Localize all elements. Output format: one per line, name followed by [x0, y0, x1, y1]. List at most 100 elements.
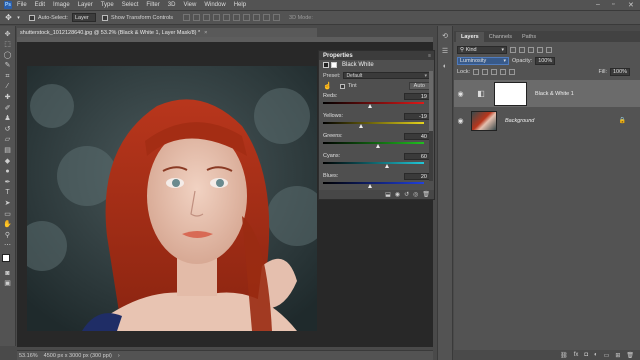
- minimize-button[interactable]: –: [596, 1, 600, 8]
- dodge-tool-icon[interactable]: ●: [3, 168, 13, 176]
- clone-stamp-icon[interactable]: ♟: [3, 115, 13, 123]
- new-adjustment-icon[interactable]: ◐: [594, 352, 598, 358]
- document-tab[interactable]: shutterstock_1012128640.jpg @ 53.2% (Bla…: [17, 26, 317, 37]
- filter-type-icon[interactable]: [528, 46, 534, 53]
- history-brush-icon[interactable]: ↺: [3, 125, 13, 133]
- adjustments-icon[interactable]: ◐: [440, 61, 450, 71]
- eye-icon[interactable]: ◉: [456, 90, 465, 98]
- new-group-icon[interactable]: ▭: [604, 352, 610, 359]
- align-top-icon[interactable]: [183, 14, 191, 21]
- layer-name[interactable]: Black & White 1: [535, 91, 574, 97]
- add-mask-icon[interactable]: ◘: [584, 352, 588, 358]
- hand-tool-icon[interactable]: ✋: [3, 221, 13, 229]
- yellows-slider[interactable]: Yellows: -19: [323, 112, 430, 130]
- align-center-icon[interactable]: [223, 14, 231, 21]
- menu-filter[interactable]: Filter: [146, 2, 159, 8]
- slider-track[interactable]: [323, 122, 424, 124]
- quick-mask-icon[interactable]: ◙: [3, 269, 13, 277]
- blur-tool-icon[interactable]: ◆: [3, 157, 13, 165]
- pen-tool-icon[interactable]: ✒: [3, 178, 13, 186]
- lock-position-icon[interactable]: [491, 68, 498, 75]
- slider-value[interactable]: -19: [404, 112, 430, 120]
- distribute-v-icon[interactable]: [263, 14, 271, 21]
- distribute-icon[interactable]: [243, 14, 251, 21]
- properties-icon[interactable]: ☰: [440, 46, 450, 56]
- close-document-button[interactable]: ×: [204, 30, 207, 36]
- chevron-down-icon[interactable]: ▾: [14, 13, 23, 22]
- history-icon[interactable]: ⟲: [440, 31, 450, 41]
- slider-track[interactable]: [323, 182, 424, 184]
- slider-track[interactable]: [323, 142, 424, 144]
- slider-thumb[interactable]: [367, 104, 372, 108]
- menu-image[interactable]: Image: [53, 2, 70, 8]
- targeted-adjustment-icon[interactable]: ☝: [323, 82, 332, 90]
- filter-pixel-icon[interactable]: [510, 46, 516, 53]
- auto-select-dropdown[interactable]: Layer: [71, 13, 96, 22]
- menu-help[interactable]: Help: [234, 2, 246, 8]
- properties-header[interactable]: Properties ≡: [319, 51, 434, 60]
- greens-slider[interactable]: Greens: 40: [323, 132, 430, 150]
- trash-icon[interactable]: 🗑: [626, 352, 634, 359]
- layer-row-background[interactable]: ◉ Background 🔒: [454, 107, 640, 134]
- restore-button[interactable]: ▫: [612, 1, 614, 8]
- foreground-color-swatch[interactable]: [1, 254, 10, 263]
- align-right-icon[interactable]: [233, 14, 241, 21]
- blues-slider[interactable]: Blues: 20: [323, 172, 430, 190]
- slider-track[interactable]: [323, 102, 424, 104]
- kind-filter-dropdown[interactable]: ⚲ Kind ▾: [457, 45, 507, 54]
- menu-type[interactable]: Type: [101, 2, 114, 8]
- layer-mask-thumbnail[interactable]: [494, 81, 527, 106]
- filter-adjustment-icon[interactable]: [519, 46, 525, 53]
- tab-channels[interactable]: Channels: [484, 32, 517, 42]
- slider-thumb[interactable]: [367, 184, 372, 188]
- color-swatches[interactable]: [1, 254, 14, 267]
- reset-icon[interactable]: ↺: [404, 191, 409, 198]
- quick-select-tool-icon[interactable]: ✎: [3, 62, 13, 70]
- align-left-icon[interactable]: [213, 14, 221, 21]
- tab-paths[interactable]: Paths: [517, 32, 541, 42]
- scrollbar-thumb[interactable]: [429, 71, 433, 131]
- lock-transparent-icon[interactable]: [473, 68, 480, 75]
- menu-3d[interactable]: 3D: [168, 2, 176, 8]
- move-tool-icon[interactable]: ✥: [3, 30, 13, 38]
- marquee-tool-icon[interactable]: ⬚: [3, 41, 13, 49]
- eyedropper-tool-icon[interactable]: ⁄: [3, 83, 13, 91]
- opacity-input[interactable]: 100%: [535, 56, 556, 65]
- blend-mode-dropdown[interactable]: Luminosity ▾: [457, 56, 509, 65]
- auto-button[interactable]: Auto: [408, 82, 430, 90]
- screen-mode-icon[interactable]: ▣: [3, 280, 13, 288]
- properties-scrollbar[interactable]: [429, 71, 433, 181]
- type-tool-icon[interactable]: T: [3, 189, 13, 197]
- new-layer-icon[interactable]: ⊞: [615, 352, 620, 359]
- mask-icon[interactable]: [331, 62, 337, 68]
- slider-thumb[interactable]: [384, 164, 389, 168]
- clip-to-layer-icon[interactable]: ⬓: [385, 191, 391, 198]
- adjustment-icon[interactable]: [323, 62, 329, 68]
- menu-window[interactable]: Window: [204, 2, 225, 8]
- trash-icon[interactable]: 🗑: [422, 191, 430, 198]
- slider-value[interactable]: 19: [404, 92, 430, 100]
- layer-row-black-white[interactable]: ◉ ◧ Black & White 1: [454, 80, 640, 107]
- zoom-tool-icon[interactable]: ⚲: [3, 231, 13, 239]
- fill-input[interactable]: 100%: [610, 67, 630, 76]
- crop-tool-icon[interactable]: ⌗: [3, 72, 13, 80]
- auto-select-checkbox[interactable]: [29, 14, 35, 21]
- align-middle-icon[interactable]: [193, 14, 201, 21]
- panel-menu-icon[interactable]: ≡: [428, 53, 431, 59]
- view-previous-icon[interactable]: ◉: [395, 191, 400, 198]
- align-bottom-icon[interactable]: [203, 14, 211, 21]
- eraser-tool-icon[interactable]: ▱: [3, 136, 13, 144]
- menu-select[interactable]: Select: [122, 2, 139, 8]
- filter-smart-icon[interactable]: [546, 46, 552, 53]
- reds-slider[interactable]: Reds: 19: [323, 92, 430, 110]
- slider-value[interactable]: 40: [404, 132, 430, 140]
- tab-layers[interactable]: Layers: [456, 32, 484, 42]
- cyans-slider[interactable]: Cyans: 60: [323, 152, 430, 170]
- path-select-icon[interactable]: ➤: [3, 200, 13, 208]
- slider-thumb[interactable]: [376, 144, 381, 148]
- layer-name[interactable]: Background: [505, 118, 534, 124]
- fx-icon[interactable]: fx: [574, 352, 579, 358]
- lock-artboard-icon[interactable]: [500, 68, 507, 75]
- filter-shape-icon[interactable]: [537, 46, 543, 53]
- slider-thumb[interactable]: [359, 124, 364, 128]
